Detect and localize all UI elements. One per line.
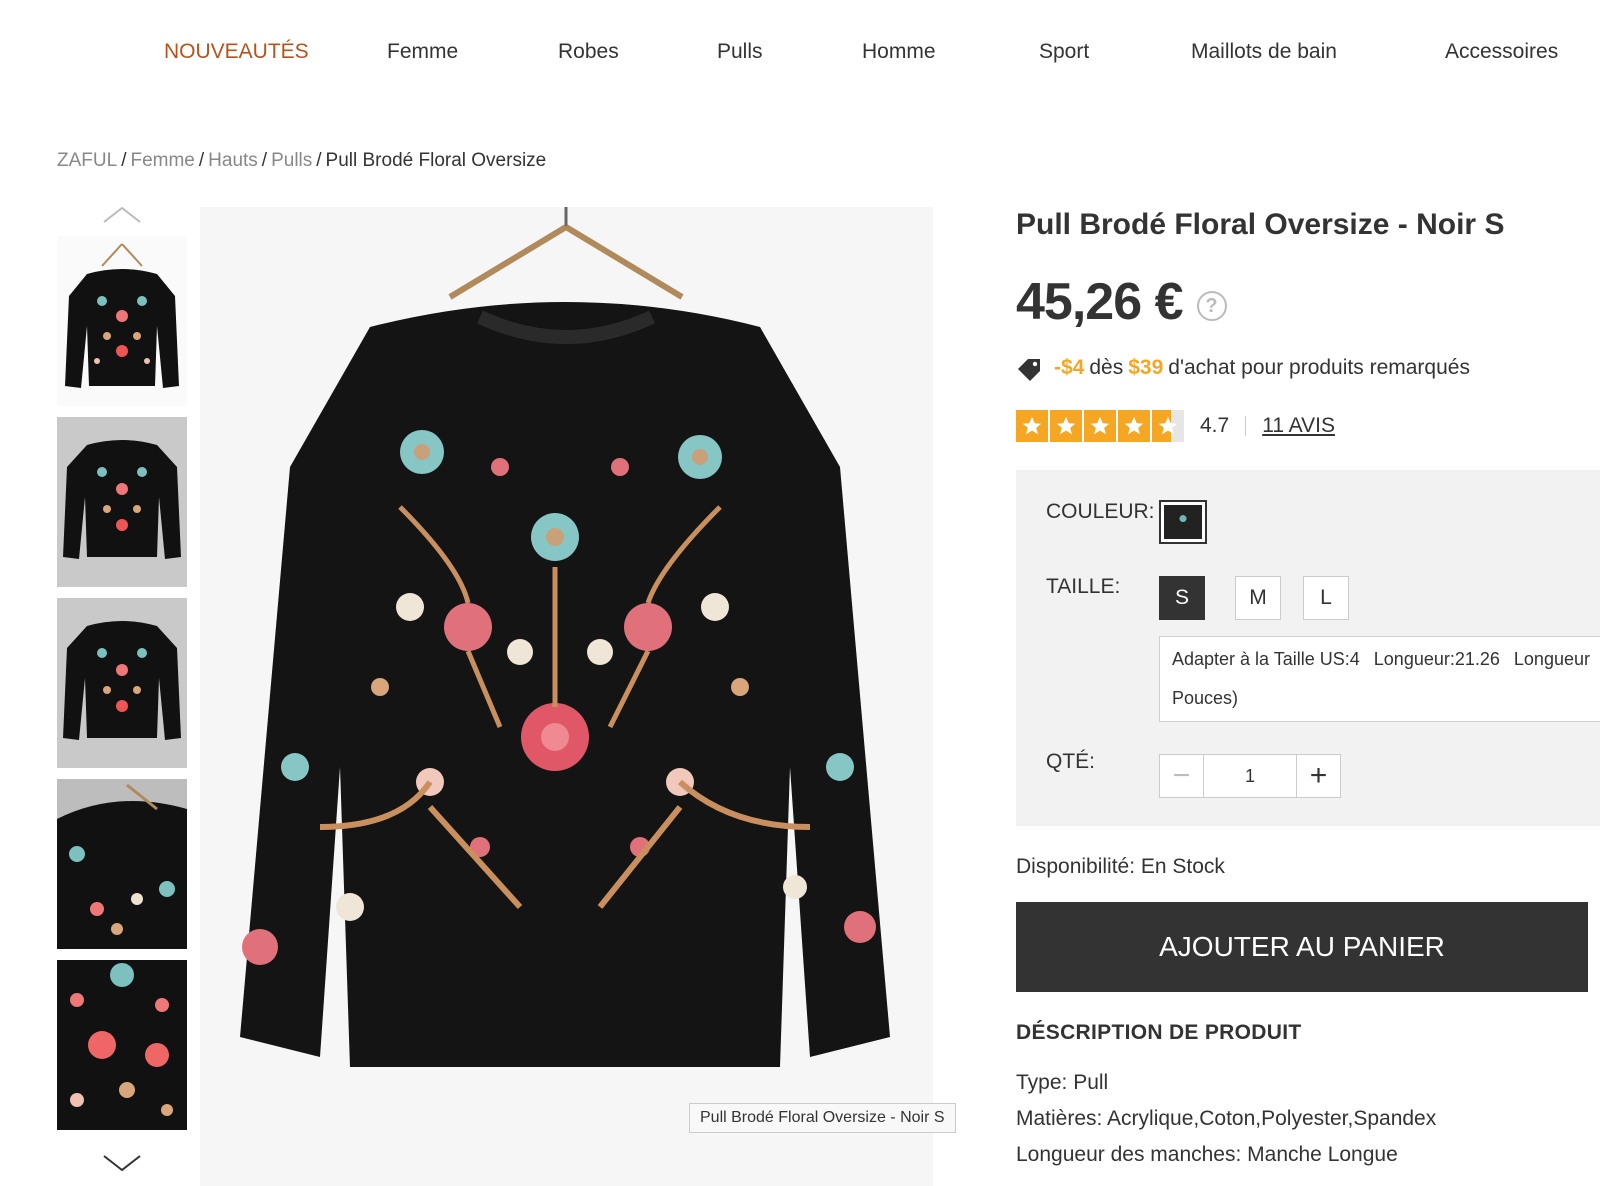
nav-item-accessoires[interactable]: Accessoires [1445,40,1558,64]
promo-text-des: dès [1089,356,1124,379]
star-icon [1016,410,1048,442]
promo-threshold: $39 [1128,356,1164,379]
size-info-box: Adapter à la Taille US:4 Longueur:21.26 Lo… [1159,636,1600,722]
thumbnail-scroll-down-button[interactable] [57,1150,187,1178]
breadcrumb-pulls[interactable]: Pulls [271,150,312,171]
thumbnail-2[interactable] [57,417,187,587]
color-label: COULEUR: [1046,500,1155,523]
quantity-decrease-button[interactable]: − [1160,755,1204,797]
description-title: DÉSCRIPTION DE PRODUIT [1016,1021,1302,1044]
color-swatch-noir[interactable] [1159,500,1207,544]
product-title: Pull Brodé Floral Oversize - Noir S [1016,208,1505,241]
rating-value: 4.7 [1200,414,1230,437]
star-icon [1118,410,1150,442]
half-star-icon [1152,410,1184,442]
size-length: Longueur:21.26 [1373,649,1500,669]
sweater-product-image [240,207,890,1067]
size-button-m[interactable]: M [1235,576,1281,620]
promo-banner: -$4 dès $39 d'achat pour produits remarq… [1016,355,1475,381]
nav-item-nouveautes[interactable]: NOUVEAUTÉS [164,40,309,64]
availability-status: Disponibilité: En Stock [1016,855,1225,878]
quantity-label: QTÉ: [1046,750,1096,773]
top-navigation: NOUVEAUTÉS Femme Robes Pulls Homme Sport… [0,40,1600,80]
breadcrumb-hauts[interactable]: Hauts [208,150,258,171]
rating-stars [1016,410,1186,442]
chevron-up-icon [103,206,141,223]
star-icon [1050,410,1082,442]
price-help-icon[interactable]: ? [1196,291,1227,321]
breadcrumb-separator: / [121,150,127,171]
thumbnail-5[interactable] [57,960,187,1130]
size-button-s[interactable]: S [1159,576,1205,620]
star-icon [1084,410,1116,442]
product-price: 45,26 € [1016,273,1183,331]
description-line-materials: Matières: Acrylique,Coton,Polyester,Span… [1016,1107,1437,1130]
size-length-cut: Longueur [1513,649,1590,669]
thumbnail-4[interactable] [57,779,187,949]
thumbnail-scroll-up-button[interactable] [57,200,187,228]
quantity-increase-button[interactable]: + [1296,755,1340,797]
breadcrumb-femme[interactable]: Femme [130,150,194,171]
breadcrumb-separator: / [198,150,205,171]
nav-item-pulls[interactable]: Pulls [717,40,763,64]
breadcrumb-zaful[interactable]: ZAFUL [57,150,117,171]
nav-item-sport[interactable]: Sport [1039,40,1089,64]
breadcrumb: ZAFUL / Femme / Hauts / Pulls / Pull Brodé Flora… [57,150,546,172]
main-product-image[interactable] [200,207,933,1186]
promo-text-rest: d'achat pour produits remarqués [1168,356,1470,379]
sweater-thumbnail-image [63,621,181,740]
size-button-l[interactable]: L [1303,576,1349,620]
add-to-cart-button[interactable]: AJOUTER AU PANIER [1016,902,1588,992]
promo-discount: -$4 [1054,356,1085,379]
image-caption: Pull Brodé Floral Oversize - Noir S [689,1103,956,1133]
nav-item-homme[interactable]: Homme [862,40,936,64]
breadcrumb-current: Pull Brodé Floral Oversize [325,150,547,171]
product-options-panel: COULEUR: TAILLE: S M L Adapter à la Tail… [1016,470,1600,826]
reviews-link[interactable]: 11 AVIS [1262,414,1335,438]
sweater-thumbnail-image [63,440,181,559]
sweater-closeup-thumbnail-image [57,783,187,949]
size-label: TAILLE: [1046,575,1121,598]
size-info-line: Adapter à la Taille US:4 Longueur:21.26 Lo… [1172,645,1590,673]
nav-item-femme[interactable]: Femme [387,40,458,64]
color-swatch-image [1164,505,1202,539]
quantity-stepper: − + [1159,754,1341,798]
thumbnail-1[interactable] [57,236,187,406]
price-row: 45,26 € ? [1016,272,1227,332]
description-line-sleeve-length: Longueur des manches: Manche Longue [1016,1143,1398,1166]
nav-item-maillots-de-bain[interactable]: Maillots de bain [1191,40,1337,64]
chevron-down-icon [103,1155,141,1172]
sweater-thumbnail-image [65,243,179,388]
rating-divider [1245,416,1247,436]
embroidery-detail-thumbnail-image [70,963,173,1116]
size-unit-line: Pouces) [1172,688,1239,708]
size-fit: Adapter à la Taille US:4 [1172,649,1360,669]
breadcrumb-separator: / [316,150,322,171]
rating-row: 4.7 11 AVIS [1016,410,1335,442]
description-line-type: Type: Pull [1016,1071,1109,1094]
breadcrumb-separator: / [261,150,268,171]
thumbnail-3[interactable] [57,598,187,768]
price-tag-icon [1018,359,1040,381]
nav-item-robes[interactable]: Robes [558,40,619,64]
quantity-input[interactable] [1204,755,1296,797]
